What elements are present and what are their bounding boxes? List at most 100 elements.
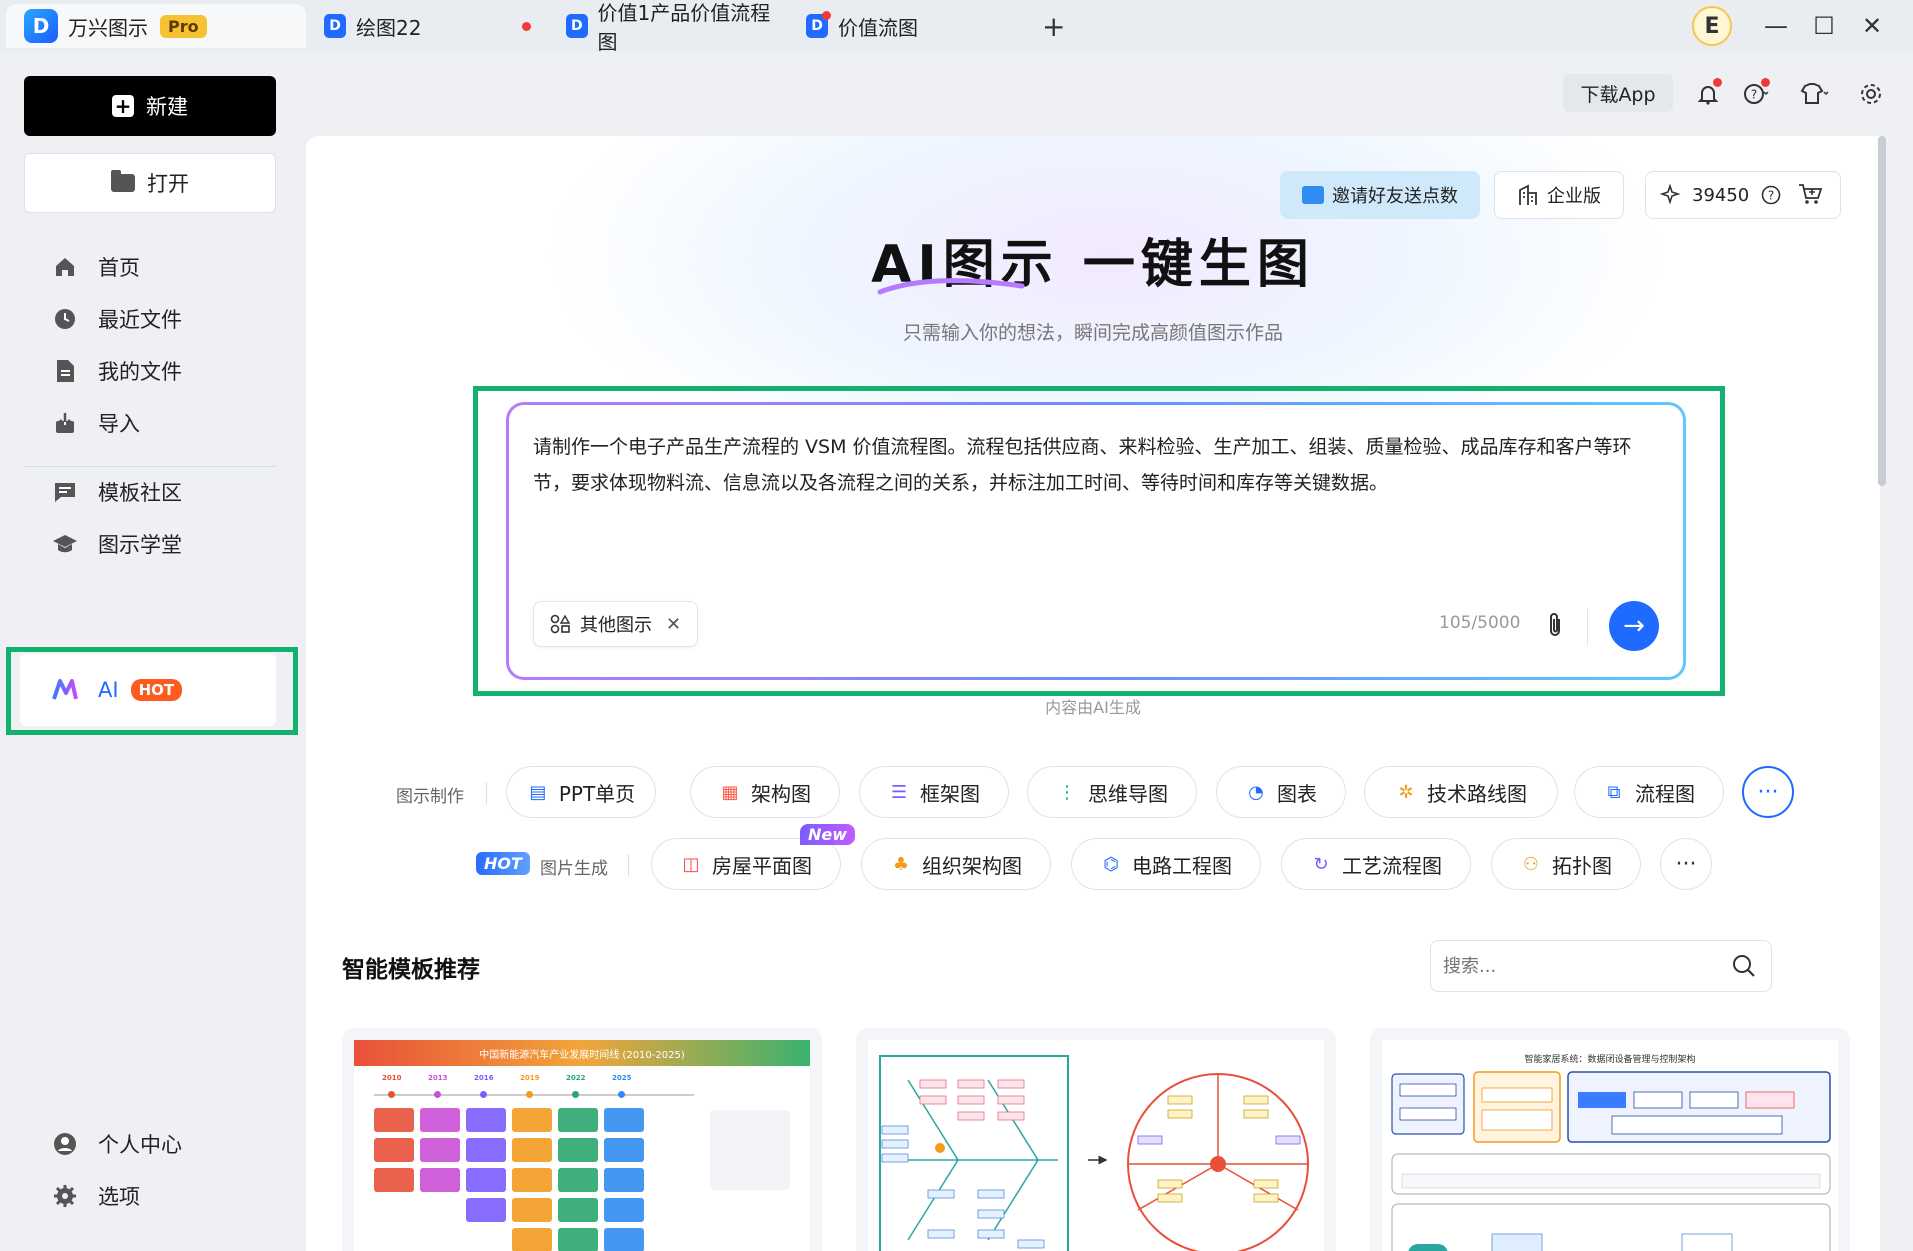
tool-mind-map[interactable]: ⋮ 思维导图 — [1027, 766, 1197, 818]
floor-plan-icon: ◫ — [682, 853, 700, 875]
settings-gear-icon[interactable] — [1855, 78, 1887, 110]
sidebar-divider — [24, 466, 276, 467]
plus-icon: + — [112, 95, 134, 117]
template-thumbnail — [868, 1040, 1324, 1251]
tab-value-flow[interactable]: D 价值流图 — [806, 4, 1006, 48]
sidebar-item-options[interactable]: 选项 — [52, 1176, 140, 1216]
sidebar-item-import[interactable]: 导入 — [52, 403, 140, 443]
timeline-block — [512, 1168, 552, 1192]
tool-tech-roadmap[interactable]: ✲ 技术路线图 — [1364, 766, 1558, 818]
timeline-year-label: 2013 — [428, 1074, 448, 1082]
tool-chart[interactable]: ◔ 图表 — [1216, 766, 1346, 818]
tool-process-flow[interactable]: ↻ 工艺流程图 — [1281, 838, 1471, 890]
timeline-block — [558, 1108, 598, 1132]
tool-label: 组织架构图 — [922, 853, 1022, 878]
more-image-types-button[interactable]: ··· — [1660, 838, 1712, 890]
tool-architecture[interactable]: ▦ 架构图 — [690, 766, 840, 818]
file-icon: D — [566, 14, 588, 38]
avatar-initial: E — [1704, 13, 1720, 39]
tool-label: 思维导图 — [1088, 781, 1168, 806]
cart-icon[interactable] — [1790, 174, 1830, 214]
tool-framework[interactable]: ☰ 框架图 — [859, 766, 1009, 818]
tool-flowchart[interactable]: ⧉ 流程图 — [1574, 766, 1724, 818]
search-icon[interactable] — [1731, 953, 1757, 979]
template-card[interactable]: 智能家居系统：数据闭设备管理与控制架构 — [1370, 1028, 1850, 1251]
maximize-button[interactable]: ☐ — [1804, 8, 1844, 44]
timeline-dot — [480, 1091, 487, 1098]
new-tag: New — [800, 824, 856, 845]
file-icon: D — [324, 14, 346, 38]
open-label: 打开 — [147, 172, 189, 196]
hero-title: AI图示 一键生图 — [871, 235, 1315, 295]
more-diagram-types-button[interactable]: ··· — [1742, 766, 1794, 818]
timeline-dot — [388, 1091, 395, 1098]
ai-label: AI — [98, 678, 119, 702]
timeline-block — [604, 1138, 644, 1162]
invite-label: 邀请好友送点数 — [1332, 186, 1458, 207]
timeline-year-label: 2010 — [382, 1074, 402, 1082]
main-scrollbar[interactable] — [1878, 136, 1886, 486]
bell-icon[interactable] — [1692, 78, 1724, 110]
tool-floor-plan[interactable]: ◫ 房屋平面图 — [651, 838, 841, 890]
sidebar-item-profile[interactable]: 个人中心 — [52, 1124, 182, 1164]
download-app-button[interactable]: 下载App — [1563, 74, 1673, 112]
sidebar-item-recent[interactable]: 最近文件 — [52, 299, 182, 339]
diagram-type-chip[interactable]: 其他图示 ✕ — [533, 601, 699, 647]
template-card[interactable] — [856, 1028, 1336, 1251]
sidebar-item-my-files[interactable]: 我的文件 — [52, 351, 182, 391]
timeline-block — [512, 1198, 552, 1222]
tool-label: 图表 — [1277, 781, 1317, 806]
help-icon[interactable]: ? — [1740, 78, 1772, 110]
row-divider — [628, 854, 629, 876]
tab-drawing22[interactable]: D 绘图22 — [324, 4, 544, 48]
shirt-skin-icon[interactable] — [1798, 78, 1830, 110]
fishbone-diagram — [879, 1055, 1309, 1251]
template-search[interactable] — [1430, 940, 1772, 992]
tab-home[interactable]: D 万兴图示 Pro — [6, 4, 306, 48]
help-circle-icon[interactable]: ? — [1761, 185, 1781, 205]
new-label: 新建 — [146, 95, 188, 119]
minimize-button[interactable]: — — [1756, 8, 1796, 44]
enterprise-button[interactable]: 企业版 — [1494, 171, 1624, 219]
sidebar-item-home[interactable]: 首页 — [52, 247, 140, 287]
tool-circuit[interactable]: ⌬ 电路工程图 — [1071, 838, 1261, 890]
close-button[interactable]: ✕ — [1852, 8, 1892, 44]
user-icon — [52, 1131, 78, 1157]
invite-friends-button[interactable]: 邀请好友送点数 — [1280, 171, 1480, 219]
timeline-block — [374, 1138, 414, 1162]
user-avatar[interactable]: E — [1692, 6, 1732, 46]
open-button[interactable]: 打开 — [24, 153, 276, 213]
tab-label: 绘图22 — [356, 15, 422, 40]
tab-value-flow-1[interactable]: D 价值1产品价值流程图 — [566, 1, 786, 54]
tool-label: 流程图 — [1635, 781, 1695, 806]
building-icon — [1517, 184, 1539, 206]
more-icon: ··· — [1757, 779, 1779, 805]
prompt-textarea[interactable]: 请制作一个电子产品生产流程的 VSM 价值流程图。流程包括供应商、来料检验、生产… — [533, 429, 1663, 501]
prompt-input-box[interactable]: 请制作一个电子产品生产流程的 VSM 价值流程图。流程包括供应商、来料检验、生产… — [506, 402, 1686, 680]
sidebar-item-ai-content[interactable]: AI HOT — [52, 670, 183, 710]
tool-label: PPT单页 — [558, 781, 636, 806]
sidebar-item-label: 模板社区 — [98, 481, 182, 505]
new-tab-button[interactable]: + — [1042, 4, 1072, 48]
template-card[interactable]: 中国新能源汽车产业发展时间线 (2010-2025) 2010 2013 2016 2… — [342, 1028, 822, 1251]
send-button[interactable]: → — [1609, 601, 1659, 651]
new-button[interactable]: + 新建 — [24, 76, 276, 136]
download-app-label: 下载App — [1580, 83, 1656, 106]
tool-org-chart[interactable]: ♣ 组织架构图 — [861, 838, 1051, 890]
app-logo-icon: D — [24, 9, 58, 43]
sidebar-item-template-community[interactable]: 模板社区 — [52, 472, 182, 512]
timeline-year-label: 2016 — [474, 1074, 494, 1082]
tool-label: 电路工程图 — [1132, 853, 1232, 878]
graduation-cap-icon — [52, 531, 78, 557]
notification-dot-icon — [822, 11, 831, 20]
sidebar-item-academy[interactable]: 图示学堂 — [52, 524, 182, 564]
tool-topology[interactable]: ⚇ 拓扑图 — [1491, 838, 1641, 890]
title-underline-swoosh — [877, 278, 1025, 295]
search-input[interactable] — [1443, 951, 1723, 981]
attachment-icon[interactable] — [1539, 607, 1571, 643]
tool-ppt-page[interactable]: ▤ PPT单页 — [506, 766, 656, 818]
remove-chip-icon[interactable]: ✕ — [666, 614, 681, 635]
enterprise-label: 企业版 — [1547, 186, 1601, 207]
timeline-block — [466, 1108, 506, 1132]
timeline-block — [466, 1138, 506, 1162]
